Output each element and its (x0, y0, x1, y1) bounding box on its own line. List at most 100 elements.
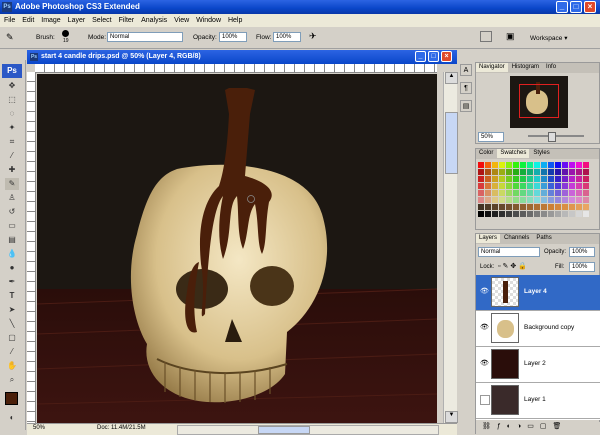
color-swatch[interactable] (499, 204, 505, 210)
minimize-icon[interactable]: _ (556, 1, 568, 13)
color-swatch[interactable] (534, 211, 540, 217)
color-swatch[interactable] (583, 169, 589, 175)
menu-file[interactable]: File (4, 14, 15, 27)
fill-field[interactable]: 100% (569, 262, 595, 272)
lasso-tool-icon[interactable]: ◌ (5, 108, 19, 120)
color-swatch[interactable] (541, 162, 547, 168)
magic-wand-icon[interactable]: ✦ (5, 122, 19, 134)
color-swatch[interactable] (583, 190, 589, 196)
color-swatch[interactable] (527, 204, 533, 210)
color-swatch[interactable] (562, 204, 568, 210)
color-swatch[interactable] (576, 176, 582, 182)
color-swatch[interactable] (534, 197, 540, 203)
color-swatch[interactable] (499, 162, 505, 168)
color-swatch[interactable] (506, 211, 512, 217)
color-swatch[interactable] (555, 204, 561, 210)
color-swatch[interactable] (583, 204, 589, 210)
airbrush-icon[interactable]: ✈ (309, 31, 317, 42)
color-swatch[interactable] (548, 204, 554, 210)
layer-name[interactable]: Background copy (524, 324, 574, 331)
menu-help[interactable]: Help (228, 14, 242, 27)
color-swatch[interactable] (583, 162, 589, 168)
color-swatch[interactable] (583, 197, 589, 203)
history-brush-icon[interactable]: ↺ (5, 206, 19, 218)
color-swatch[interactable] (478, 183, 484, 189)
color-swatch[interactable] (520, 211, 526, 217)
eraser-icon[interactable]: ▭ (5, 220, 19, 232)
doc-minimize-icon[interactable]: _ (415, 51, 426, 62)
color-swatch[interactable] (541, 204, 547, 210)
brushes-panel-icon[interactable]: ▤ (460, 100, 472, 112)
pen-tool-icon[interactable]: ✒ (5, 276, 19, 288)
color-swatch[interactable] (499, 211, 505, 217)
tab-navigator[interactable]: Navigator (476, 63, 508, 72)
color-swatch[interactable] (555, 176, 561, 182)
layer-name[interactable]: Layer 1 (524, 396, 546, 403)
color-swatch[interactable] (569, 197, 575, 203)
color-swatch[interactable] (576, 169, 582, 175)
color-swatch[interactable] (499, 197, 505, 203)
color-swatch[interactable] (534, 169, 540, 175)
layer-opacity-field[interactable]: 100% (569, 247, 595, 257)
color-swatch[interactable] (520, 176, 526, 182)
color-swatch[interactable] (562, 169, 568, 175)
color-swatch[interactable] (527, 211, 533, 217)
color-swatch[interactable] (548, 190, 554, 196)
color-swatch[interactable] (534, 204, 540, 210)
color-swatch[interactable] (513, 176, 519, 182)
color-swatch[interactable] (492, 197, 498, 203)
color-swatch[interactable] (569, 162, 575, 168)
color-swatch[interactable] (478, 190, 484, 196)
color-swatch[interactable] (576, 183, 582, 189)
menu-window[interactable]: Window (196, 14, 221, 27)
workspace-menu[interactable]: Workspace ▾ (530, 34, 567, 42)
maximize-icon[interactable]: □ (570, 1, 582, 13)
color-swatch[interactable] (562, 183, 568, 189)
navigator-zoom-field[interactable]: 50% (478, 132, 504, 142)
zoom-tool-icon[interactable]: ⌕ (5, 374, 19, 386)
tab-paths[interactable]: Paths (533, 234, 555, 243)
tab-layers[interactable]: Layers (476, 234, 501, 243)
color-swatch[interactable] (478, 211, 484, 217)
scroll-thumb[interactable] (445, 112, 458, 174)
color-swatch[interactable] (569, 204, 575, 210)
navigator-zoom-slider[interactable] (528, 132, 584, 142)
color-swatch[interactable] (492, 183, 498, 189)
visibility-eye-icon[interactable]: 👁 (480, 287, 489, 295)
color-swatch[interactable] (583, 183, 589, 189)
lock-icons[interactable]: ▫✎✥🔒 (498, 262, 529, 270)
marquee-tool-icon[interactable]: ⬚ (5, 94, 19, 106)
brush-tool-icon[interactable]: ✎ (6, 32, 14, 43)
color-swatch[interactable] (541, 190, 547, 196)
color-swatch[interactable] (513, 204, 519, 210)
color-swatch[interactable] (555, 197, 561, 203)
menu-select[interactable]: Select (92, 14, 111, 27)
navigator-view-box[interactable] (519, 84, 559, 118)
color-swatch[interactable] (506, 169, 512, 175)
color-swatch[interactable] (478, 204, 484, 210)
color-swatch[interactable] (548, 176, 554, 182)
path-selection-icon[interactable]: ➤ (5, 304, 19, 316)
color-swatch[interactable] (492, 169, 498, 175)
doc-close-icon[interactable]: × (441, 51, 452, 62)
color-swatch[interactable] (548, 169, 554, 175)
color-swatch[interactable] (534, 183, 540, 189)
eyedropper-2-icon[interactable]: ⁄ (5, 346, 19, 358)
color-swatch[interactable] (541, 176, 547, 182)
color-swatch[interactable] (576, 190, 582, 196)
color-swatch[interactable] (478, 162, 484, 168)
menu-edit[interactable]: Edit (22, 14, 34, 27)
color-swatch[interactable] (576, 197, 582, 203)
color-swatch[interactable] (548, 183, 554, 189)
gradient-tool-icon[interactable]: ▤ (5, 234, 19, 246)
doc-maximize-icon[interactable]: □ (428, 51, 439, 62)
visibility-eye-icon[interactable]: 👁 (480, 359, 489, 367)
color-swatch[interactable] (520, 204, 526, 210)
color-swatch[interactable] (513, 190, 519, 196)
healing-brush-icon[interactable]: ✚ (5, 164, 19, 176)
color-swatch[interactable] (555, 183, 561, 189)
color-swatch[interactable] (541, 169, 547, 175)
color-swatch[interactable] (478, 169, 484, 175)
color-swatch[interactable] (583, 211, 589, 217)
color-swatch[interactable] (520, 169, 526, 175)
